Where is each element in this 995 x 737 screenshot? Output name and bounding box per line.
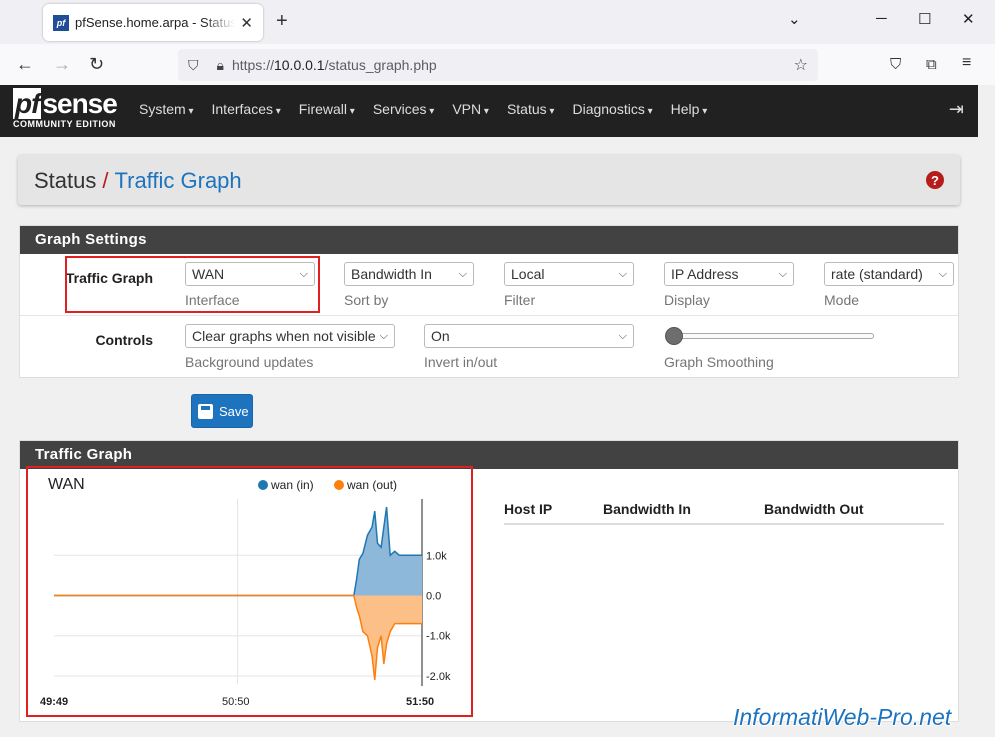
mode-select[interactable]: rate (standard) ⌵ [824, 262, 954, 286]
tab-title: pfSense.home.arpa - Status: Traffic Grap… [75, 15, 235, 30]
maximize-icon[interactable]: ☐ [918, 10, 931, 28]
logo-pf: pf [13, 88, 42, 119]
col-host-ip: Host IP [504, 501, 553, 517]
close-window-icon[interactable]: ✕ [962, 10, 975, 28]
save-label: Save [219, 403, 249, 419]
url-scheme: https:// [231, 57, 274, 73]
page-scrollbar[interactable] [978, 85, 995, 737]
pfsense-logo[interactable]: pf sense COMMUNITY EDITION [13, 88, 118, 129]
chevron-down-icon: ⌵ [618, 267, 627, 280]
back-icon[interactable]: ← [16, 54, 34, 75]
watermark: InformatiWeb-Pro.net [733, 704, 952, 730]
slider-track [668, 333, 874, 339]
chevron-down-icon: ⌵ [458, 267, 467, 280]
menu-interfaces[interactable]: Interfaces [212, 101, 281, 117]
pfsense-favicon-icon: pf [53, 14, 69, 31]
menu-help[interactable]: Help [671, 101, 708, 117]
sort-hint: Sort by [344, 292, 389, 308]
display-field: IP Address ⌵ Display [664, 262, 794, 308]
help-icon[interactable]: ? [926, 171, 944, 189]
menu-firewall[interactable]: Firewall [299, 101, 355, 117]
address-bar[interactable]: ⛉ 🔒︎ https://10.0.0.1/status_graph.php ☆ [178, 49, 818, 81]
filter-field: Local ⌵ Filter [504, 262, 634, 308]
app-menu-icon[interactable]: ≡ [962, 54, 971, 72]
invert-hint: Invert in/out [424, 354, 498, 370]
breadcrumb-page[interactable]: Traffic Graph [115, 168, 242, 193]
logo-subtitle: COMMUNITY EDITION [13, 119, 116, 129]
reload-icon[interactable]: ↻ [89, 54, 104, 75]
chevron-down-icon: ⌵ [618, 329, 627, 342]
controls-label: Controls [95, 332, 153, 348]
controls-row: Controls Clear graphs when not visible ⌵ … [20, 316, 958, 378]
smoothing-hint: Graph Smoothing [664, 354, 774, 370]
tab-list-icon[interactable]: ⌄ [788, 10, 801, 28]
menu-services[interactable]: Services [373, 101, 435, 117]
invert-select[interactable]: On ⌵ [424, 324, 634, 348]
chevron-down-icon: ⌵ [778, 267, 787, 280]
background-updates-select[interactable]: Clear graphs when not visible ⌵ [185, 324, 395, 348]
logo-sense: sense [42, 88, 117, 119]
highlight-box-graph [26, 466, 473, 717]
breadcrumb-status[interactable]: Status [34, 168, 96, 193]
pfsense-navbar: pfsense COMMUNITY EDITION System Interfa… [0, 85, 978, 137]
menu-diagnostics[interactable]: Diagnostics [572, 101, 652, 117]
chevron-down-icon: ⌵ [379, 329, 388, 342]
pocket-icon[interactable]: ⛉ [890, 56, 901, 73]
traffic-graph-title: Traffic Graph [20, 441, 958, 469]
forward-icon[interactable]: → [53, 54, 71, 75]
background-field: Clear graphs when not visible ⌵ Backgroun… [185, 324, 395, 370]
bookmark-star-icon[interactable]: ☆ [794, 55, 808, 75]
close-tab-icon[interactable]: ✕ [240, 14, 253, 32]
menu-system[interactable]: System [139, 101, 194, 117]
graph-settings-title: Graph Settings [20, 226, 958, 254]
graph-smoothing-slider[interactable] [664, 324, 874, 348]
chevron-down-icon: ⌵ [938, 267, 947, 280]
sort-select[interactable]: Bandwidth In ⌵ [344, 262, 474, 286]
extensions-icon[interactable]: ⧉ [926, 56, 937, 73]
display-select[interactable]: IP Address ⌵ [664, 262, 794, 286]
mode-field: rate (standard) ⌵ Mode [824, 262, 954, 308]
new-tab-icon[interactable]: + [276, 10, 288, 33]
smoothing-field: Graph Smoothing [664, 324, 874, 370]
minimize-icon[interactable]: ─ [876, 10, 887, 27]
sort-field: Bandwidth In ⌵ Sort by [344, 262, 474, 308]
browser-navbar: ← → ↻ ⛉ 🔒︎ https://10.0.0.1/status_graph… [0, 44, 995, 86]
display-hint: Display [664, 292, 710, 308]
browser-tab[interactable]: pf pfSense.home.arpa - Status: Traffic G… [43, 4, 263, 41]
menu-vpn[interactable]: VPN [452, 101, 489, 117]
filter-select[interactable]: Local ⌵ [504, 262, 634, 286]
breadcrumb: Status / Traffic Graph ? [18, 155, 960, 205]
url-host: 10.0.0.1 [273, 57, 325, 73]
save-button[interactable]: Save [191, 394, 253, 428]
browser-titlebar: pf pfSense.home.arpa - Status: Traffic G… [0, 0, 995, 44]
col-bandwidth-in: Bandwidth In [603, 501, 691, 517]
host-table: Host IP Bandwidth In Bandwidth Out [504, 501, 944, 525]
save-disk-icon [198, 403, 213, 419]
highlight-box-interface [65, 256, 320, 313]
mode-hint: Mode [824, 292, 860, 308]
url-path: /status_graph.php [324, 57, 437, 73]
main-menu: System Interfaces Firewall Services VPN … [139, 101, 707, 117]
logout-icon[interactable]: ⇥ [949, 99, 964, 120]
invert-field: On ⌵ Invert in/out [424, 324, 634, 370]
col-bandwidth-out: Bandwidth Out [764, 501, 864, 517]
filter-hint: Filter [504, 292, 536, 308]
slider-thumb[interactable] [665, 327, 683, 345]
host-table-header: Host IP Bandwidth In Bandwidth Out [504, 501, 944, 525]
lock-icon[interactable]: 🔒︎ [217, 57, 224, 74]
shield-icon[interactable]: ⛉ [188, 57, 199, 74]
menu-status[interactable]: Status [507, 101, 555, 117]
background-updates-hint: Background updates [185, 354, 314, 370]
breadcrumb-separator: / [102, 168, 109, 193]
